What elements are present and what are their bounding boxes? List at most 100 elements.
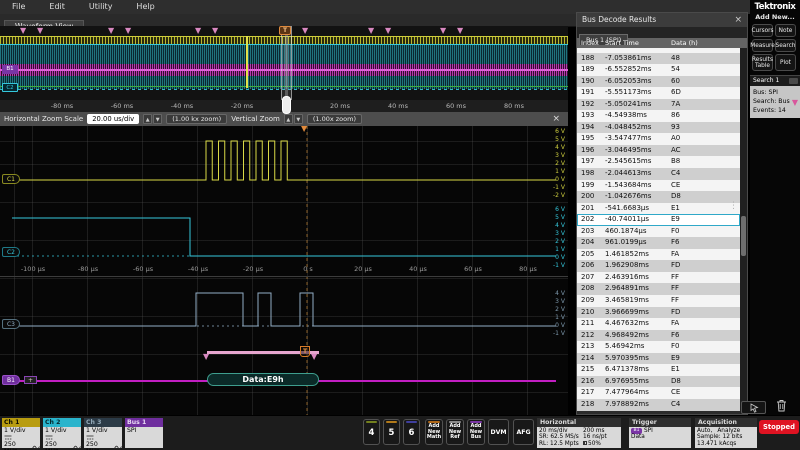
spin-up-icon[interactable]: ▲ <box>143 114 152 124</box>
search-mark-icon[interactable]: ▼ <box>385 27 391 35</box>
button-dvm[interactable]: DVM <box>488 419 509 445</box>
table-row[interactable]: 188-7.053861ms48 <box>577 53 740 65</box>
table-row[interactable]: 2166.976955msD8 <box>577 376 740 388</box>
table-row[interactable]: 2093.465819msFF <box>577 295 740 307</box>
run-stop-button[interactable]: Stopped <box>759 420 799 434</box>
menu-item-utility[interactable]: Utility <box>77 0 125 14</box>
table-row[interactable]: 200-1.042676msD8 <box>577 191 740 203</box>
spin-up-icon[interactable]: ▲ <box>284 114 293 124</box>
search-mark-icon[interactable]: ▼ <box>368 27 374 35</box>
table-row[interactable]: 194-4.048452ms93 <box>577 122 740 134</box>
table-row[interactable]: 2124.968492msF6 <box>577 330 740 342</box>
channel-badge-ch-2[interactable]: Ch 21 V/div250 MHz <box>43 418 81 448</box>
channel-2-badge[interactable]: C2 <box>2 247 20 257</box>
table-row[interactable]: 190-6.052053ms60 <box>577 76 740 88</box>
search-mark-icon[interactable]: ▼ <box>20 27 26 35</box>
waveform-overview[interactable]: T B1 C2 ▼ ▼ ▼ ▼ ▼ ▼ ▼ ▼ ▼ ▼ ▼ <box>0 26 568 100</box>
table-row[interactable]: 192-5.050241ms7A <box>577 99 740 111</box>
bus-1-badge[interactable]: B1 <box>2 375 20 385</box>
channel-badge-ch-1[interactable]: Ch 11 V/div250 MHz <box>2 418 40 448</box>
button-add-new-bus[interactable]: Add New Bus <box>467 419 485 445</box>
search-mark-icon[interactable]: ▼ <box>212 27 218 35</box>
search1-panel[interactable]: Search 1 Bus: SPISearch: BusEvents: 14 ▼ <box>750 75 800 118</box>
button-add-new-math[interactable]: Add New Math <box>425 419 443 445</box>
table-row[interactable]: 2051.461852msFA <box>577 249 740 261</box>
table-row[interactable]: 199-1.543684msCE <box>577 180 740 192</box>
button-afg[interactable]: AFG <box>513 419 534 445</box>
search-mark-icon[interactable]: ▼ <box>125 27 131 35</box>
channel-badge-ch-3[interactable]: Ch 31 V/div250 MHz <box>84 418 122 448</box>
search-mark-icon[interactable]: ▼ <box>108 27 114 35</box>
delete-button[interactable] <box>773 398 790 413</box>
table-row[interactable]: 195-3.547477msA0 <box>577 133 740 145</box>
bus-expand-button[interactable]: + <box>24 376 37 384</box>
table-row[interactable]: 2135.46942msF0 <box>577 341 740 353</box>
column-index[interactable]: Index <box>577 38 605 48</box>
table-row[interactable]: 197-2.545615msB8 <box>577 156 740 168</box>
trigger-panel[interactable]: Trigger B1 SPI Data <box>629 418 691 448</box>
sidebar-button-plot[interactable]: Plot <box>775 54 796 71</box>
table-row[interactable]: 2187.978892msC4 <box>577 399 740 411</box>
table-row[interactable]: 2103.966699msFD <box>577 307 740 319</box>
search-mark-icon[interactable]: ▼ <box>440 27 446 35</box>
sidebar-button-cursors[interactable]: Cursors <box>752 24 773 37</box>
table-row[interactable]: 204961.0199µsF6 <box>577 237 740 249</box>
channel-badge-bus-1[interactable]: Bus 1SPI <box>125 418 163 448</box>
trigger-badge[interactable]: T <box>279 26 291 35</box>
search1-body[interactable]: Bus: SPISearch: BusEvents: 14 ▼ <box>750 86 800 118</box>
channel-3-badge[interactable]: C3 <box>2 319 20 329</box>
search-mark-icon[interactable]: ▼ <box>195 27 201 35</box>
button-add-new-ref[interactable]: Add New Ref <box>446 419 464 445</box>
table-row[interactable]: 2114.467632msFA <box>577 318 740 330</box>
sidebar-button-results-table[interactable]: Results Table <box>752 54 773 71</box>
table-row[interactable]: 2082.964891msFF <box>577 283 740 295</box>
table-row[interactable]: 2061.962908msFD <box>577 260 740 272</box>
sidebar-button-measure[interactable]: Measure <box>752 39 773 52</box>
sidebar-button-search[interactable]: Search <box>775 39 796 52</box>
menu-item-help[interactable]: Help <box>124 0 166 14</box>
panel-grip-icon[interactable]: ⋮ <box>729 201 738 211</box>
acquisition-panel[interactable]: Acquisition Auto, Analyze Sample: 12 bit… <box>695 418 757 448</box>
overview-ch2-badge[interactable]: C2 <box>2 83 18 92</box>
table-row[interactable]: 203460.1874µsF0 <box>577 226 740 238</box>
table-row[interactable]: 201-541.6683µsE1 <box>577 203 740 215</box>
table-row[interactable]: 191-5.551173ms6D <box>577 87 740 99</box>
close-icon[interactable]: × <box>734 13 742 27</box>
menu-item-file[interactable]: File <box>0 0 37 14</box>
table-row[interactable]: 202-40.74011µsE9 <box>577 214 740 226</box>
table-row[interactable]: 2072.463916msFF <box>577 272 740 284</box>
h-zoom-spinner[interactable]: ▲ ▼ <box>143 114 162 124</box>
table-row[interactable]: 198-2.044613msC4 <box>577 168 740 180</box>
spin-down-icon[interactable]: ▼ <box>153 114 162 124</box>
search-mark-icon[interactable]: ▼ <box>37 27 43 35</box>
table-row[interactable]: 193-4.54938ms86 <box>577 110 740 122</box>
h-zoom-factor-button[interactable]: (1.00 kx zoom) <box>166 114 227 124</box>
v-zoom-factor-button[interactable]: (1.00x zoom) <box>307 114 362 124</box>
table-row[interactable]: 2145.970395msE9 <box>577 353 740 365</box>
horizontal-panel[interactable]: Horizontal 20 ms/div200 msSR: 62.5 MS/s1… <box>537 418 621 448</box>
column-data[interactable]: Data (h) <box>671 38 747 48</box>
v-zoom-spinner[interactable]: ▲ ▼ <box>284 114 303 124</box>
search-mark-icon[interactable]: ▼ <box>302 27 308 35</box>
channel-1-badge[interactable]: C1 <box>2 174 20 184</box>
search-mark-icon[interactable]: ▼ <box>457 27 463 35</box>
add-channel-4-button[interactable]: 4 <box>363 419 380 445</box>
table-body[interactable]: 187-7.554806ms3C188-7.053861ms48189-6.55… <box>577 48 740 414</box>
table-row[interactable]: 189-6.552852ms54 <box>577 64 740 76</box>
table-row[interactable]: 2156.471378msE1 <box>577 364 740 376</box>
scrollbar-thumb[interactable] <box>741 216 746 256</box>
table-row[interactable]: 2177.477964msCE <box>577 387 740 399</box>
touch-mode-button[interactable] <box>741 401 766 414</box>
spin-down-icon[interactable]: ▼ <box>294 114 303 124</box>
add-channel-6-button[interactable]: 6 <box>403 419 420 445</box>
zoomed-waveform-view[interactable]: ▼ C1 C2 C3 B1 + ▼ ▼ T Data:E9h -100 µs-8… <box>0 126 568 415</box>
overview-bus1-badge[interactable]: B1 <box>2 65 18 74</box>
add-channel-5-button[interactable]: 5 <box>383 419 400 445</box>
sidebar-button-note[interactable]: Note <box>775 24 796 37</box>
menu-item-edit[interactable]: Edit <box>37 0 77 14</box>
search1-header[interactable]: Search 1 <box>750 75 800 86</box>
horizontal-zoom-scale-input[interactable]: 20.00 us/div <box>87 114 139 124</box>
zoom-window-handle[interactable] <box>282 96 291 114</box>
bus-decode-bubble[interactable]: Data:E9h <box>207 373 319 386</box>
table-row[interactable]: 196-3.046495msAC <box>577 145 740 157</box>
